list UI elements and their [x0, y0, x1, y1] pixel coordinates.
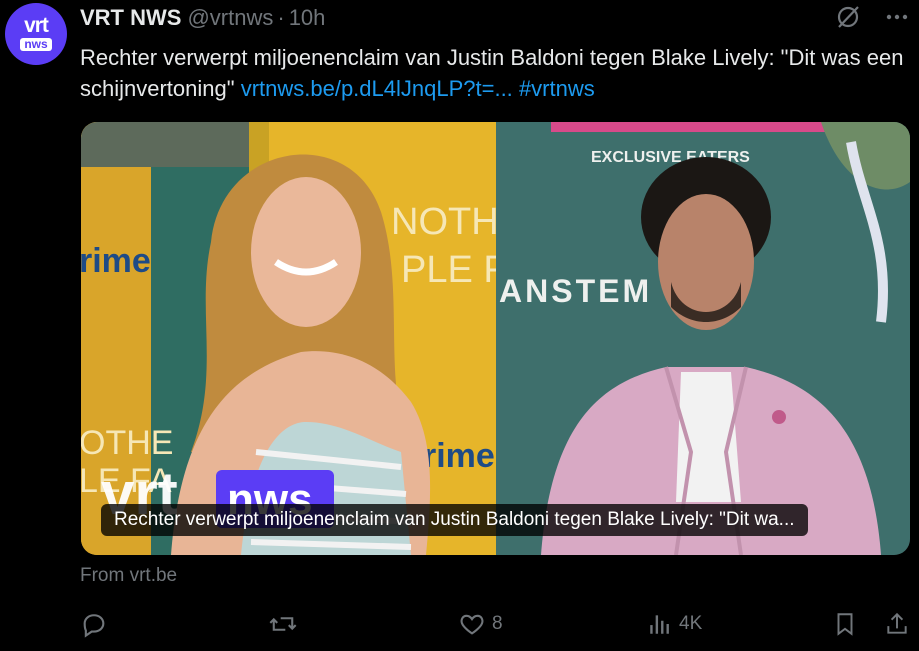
reply-icon: [80, 610, 108, 638]
views-button[interactable]: 4K: [647, 606, 702, 642]
backdrop-brand-1: rime: [81, 242, 151, 280]
author-handle[interactable]: @vrtnws: [187, 5, 273, 31]
separator: ·: [277, 5, 285, 30]
card-caption: Rechter verwerpt miljoenenclaim van Just…: [101, 504, 808, 536]
backdrop-text-3: OTHE: [81, 424, 173, 462]
views-count: 4K: [679, 613, 703, 634]
link-card[interactable]: NOTHI PLE FA rime rime OTHE LE FA EXCLUS…: [81, 122, 910, 555]
like-count: 8: [492, 613, 503, 634]
like-button[interactable]: 8: [458, 606, 503, 642]
avatar-logo-top: vrt: [24, 14, 49, 37]
top-right-actions: [835, 4, 909, 35]
action-bar: 8 4K: [80, 606, 912, 642]
like-icon: [458, 610, 486, 638]
bookmark-button[interactable]: [832, 606, 858, 642]
tweet-header: VRT NWS @vrtnws · 10h: [80, 5, 325, 31]
repost-icon: [268, 610, 298, 638]
avatar[interactable]: vrt nws: [5, 3, 67, 65]
bookmark-icon: [832, 610, 858, 638]
backdrop-text-1: NOTHI: [391, 201, 509, 243]
share-icon: [884, 610, 910, 638]
backdrop-brand-2: rime: [423, 437, 495, 475]
share-button[interactable]: [884, 606, 910, 642]
author-name[interactable]: VRT NWS: [80, 5, 181, 31]
reply-button[interactable]: [80, 606, 114, 642]
repost-button[interactable]: [268, 606, 304, 642]
tweet-text: Rechter verwerpt miljoenenclaim van Just…: [80, 42, 912, 104]
card-image: NOTHI PLE FA rime rime OTHE LE FA EXCLUS…: [81, 122, 910, 555]
views-icon: [647, 610, 673, 638]
tweet-hashtag[interactable]: #vrtnws: [519, 76, 595, 101]
timestamp[interactable]: 10h: [289, 5, 326, 31]
tweet-link[interactable]: vrtnws.be/p.dL4lJnqLP?t=...: [241, 76, 513, 101]
backdrop-text-6: ANSTEM: [499, 273, 652, 309]
card-source[interactable]: From vrt.be: [80, 565, 177, 587]
avatar-logo-bottom: nws: [20, 38, 52, 51]
grok-icon[interactable]: [835, 4, 861, 35]
more-icon[interactable]: [885, 4, 909, 35]
